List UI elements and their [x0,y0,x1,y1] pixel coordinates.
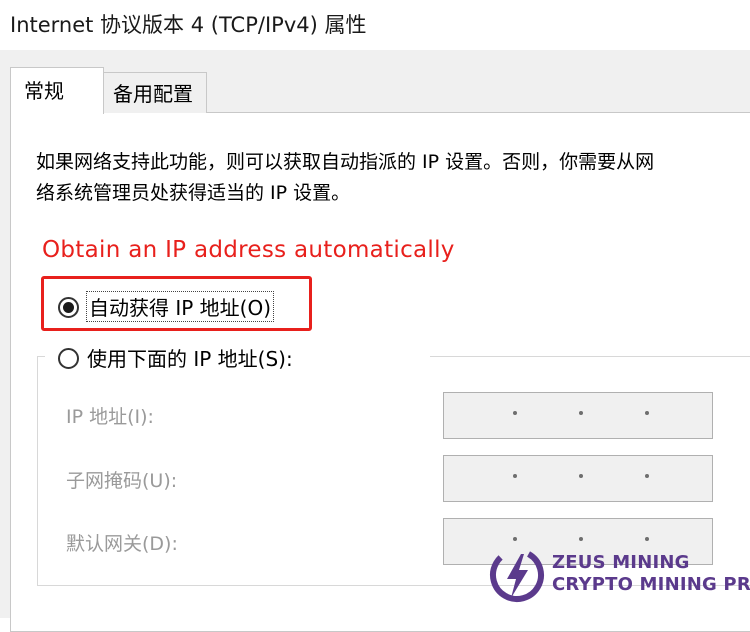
subnet-mask-label: 子网掩码(U): [66,470,178,492]
ip-separator-dot [579,474,583,478]
title-bar: Internet 协议版本 4 (TCP/IPv4) 属性 [0,0,750,50]
watermark-line-1: ZEUS MINING [552,552,690,573]
ip-separator-dot [513,411,517,415]
subnet-mask-input[interactable] [443,455,713,502]
ip-separator-dot [513,474,517,478]
radio-selected-dot [63,302,74,313]
ip-address-input[interactable] [443,392,713,439]
auto-ip-radio[interactable] [58,297,79,318]
ip-separator-dot [579,411,583,415]
watermark-line-2: CRYPTO MINING PRO [552,574,750,595]
auto-ip-radio-label[interactable]: 自动获得 IP 地址(O) [85,291,275,322]
annotation-label: Obtain an IP address automatically [42,237,455,263]
zeus-mining-watermark: ZEUS MINING CRYPTO MINING PRO [487,540,750,610]
ip-address-label: IP 地址(I): [66,406,154,428]
description-line-1: 如果网络支持此功能，则可以获取自动指派的 IP 设置。否则，你需要从网 [36,151,655,173]
ip-separator-dot [645,474,649,478]
tab-alternate-configuration-label: 备用配置 [113,82,193,106]
tab-alternate-configuration[interactable]: 备用配置 [103,72,207,113]
ip-separator-dot [645,411,649,415]
window-title: Internet 协议版本 4 (TCP/IPv4) 属性 [10,13,367,37]
description-line-2: 络系统管理员处获得适当的 IP 设置。 [36,182,351,204]
default-gateway-label: 默认网关(D): [66,533,178,555]
lightning-bolt-logo-icon [490,548,544,602]
manual-ip-radio[interactable] [58,348,79,369]
manual-ip-radio-label[interactable]: 使用下面的 IP 地址(S): [87,343,297,372]
tab-general[interactable]: 常规 [10,67,104,114]
tab-general-label: 常规 [24,79,64,103]
